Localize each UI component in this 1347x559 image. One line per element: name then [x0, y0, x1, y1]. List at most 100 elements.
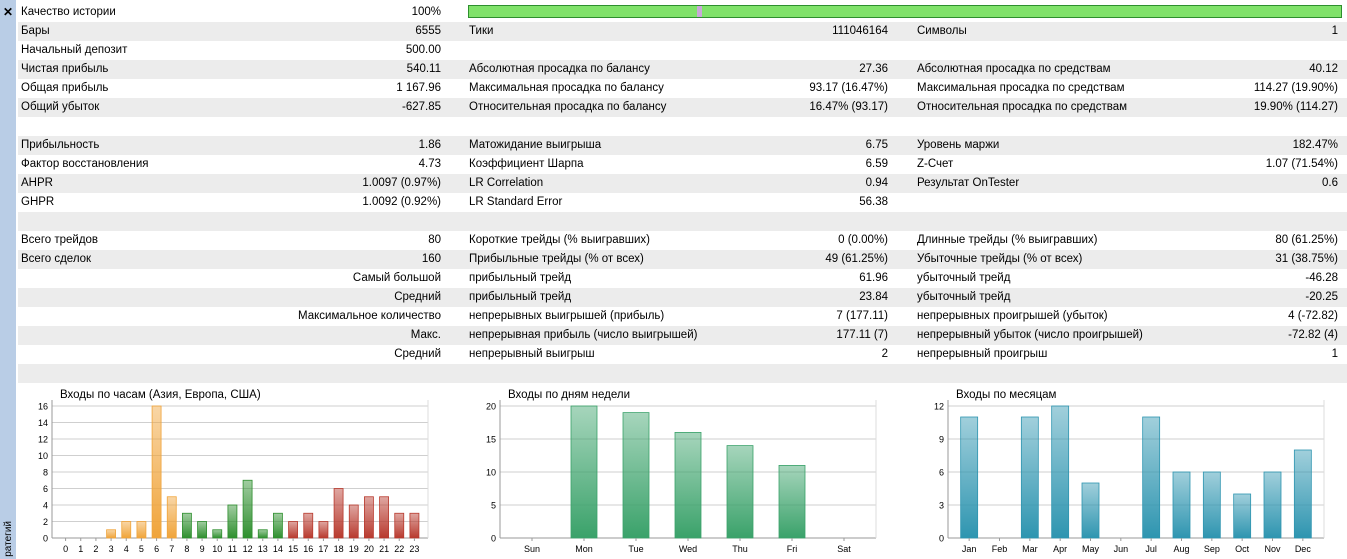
- report-value: [718, 41, 888, 60]
- chart-svg: 02468101214160 1 2 3 4 5 6 7 8 9 10 11 12 13 14 15 16 17 1…: [38, 400, 429, 554]
- bar: [166, 496, 177, 539]
- x-tick-label: Oct: [1235, 544, 1250, 554]
- x-tick-label: 10: [212, 544, 222, 554]
- x-tick-label: 23: [409, 544, 419, 554]
- report-label: LR Correlation: [469, 177, 544, 189]
- x-tick-label: Wed: [679, 544, 697, 554]
- report-row: Средний непрерывный выигрыш 2 непрерывный п…: [18, 345, 1347, 364]
- report-label: Прибыльные трейды (% от всех): [469, 253, 644, 265]
- y-tick-label: 2: [43, 517, 48, 527]
- bar: [242, 479, 253, 539]
- report-value: [1168, 364, 1338, 383]
- report-label: [21, 212, 261, 231]
- report-label: [21, 364, 261, 383]
- bar: [136, 521, 147, 539]
- bar: [273, 512, 283, 539]
- report-value: [1168, 193, 1338, 212]
- report-label: Z-Счет: [917, 158, 954, 170]
- report-value: 182.47%: [1292, 139, 1338, 151]
- x-tick-label: Feb: [992, 544, 1008, 554]
- x-tick-label: 11: [228, 544, 237, 554]
- chart-entries-by-weekday: 0 5 10 15 20 Sun Mon Tue Wed Thu Fri Sat Входы по д…: [466, 386, 886, 559]
- report-label: [917, 364, 1207, 383]
- close-icon[interactable]: ✕: [0, 4, 16, 20]
- report-label: GHPR: [21, 196, 55, 208]
- report-value: 40.12: [1309, 63, 1338, 75]
- y-tick-label: 6: [939, 468, 944, 478]
- bar: [674, 432, 702, 539]
- x-tick-label: Thu: [732, 544, 748, 554]
- bar: [106, 529, 116, 539]
- bar: [570, 405, 598, 539]
- report-label: Результат OnTester: [917, 177, 1020, 189]
- report-row: Всего трейдов 80 Короткие трейды (% выигра…: [18, 231, 1347, 250]
- report-value: 19.90% (114.27): [1253, 101, 1338, 113]
- report-value: -627.85: [401, 101, 441, 113]
- report-value: 1: [1331, 25, 1338, 37]
- report-value: Максимальное количество: [298, 310, 441, 322]
- report-value: 1.07 (71.54%): [1265, 158, 1338, 170]
- x-tick-label: 12: [243, 544, 253, 554]
- bar: [1081, 482, 1100, 539]
- x-tick-label: 16: [303, 544, 313, 554]
- quality-value: 100%: [411, 6, 441, 18]
- x-tick-label: Sat: [837, 544, 851, 554]
- report-label: Общий убыток: [21, 101, 100, 113]
- bar: [151, 405, 162, 539]
- report-value: 6.59: [865, 158, 888, 170]
- x-tick-label: 22: [394, 544, 404, 554]
- report-label: прибыльный трейд: [469, 272, 572, 284]
- y-tick-label: 16: [38, 402, 48, 412]
- x-tick-label: 13: [258, 544, 268, 554]
- report-label: убыточный трейд: [917, 291, 1011, 303]
- quality-label: Качество истории: [21, 6, 116, 18]
- chart-svg: 0 5 10 15 20 Sun Mon Tue Wed Thu Fri Sat: [486, 400, 877, 554]
- x-tick-label: 0: [63, 544, 68, 554]
- report-label: Символы: [917, 25, 967, 37]
- report-row: Начальный депозит 500.00: [18, 41, 1347, 60]
- report-label: Относительная просадка по балансу: [469, 101, 667, 113]
- chart-title: Входы по дням недели: [508, 389, 631, 401]
- report-value: 2: [881, 348, 888, 360]
- x-tick-label: 19: [349, 544, 359, 554]
- y-tick-label: 4: [43, 501, 48, 511]
- report-row: Прибыльность 1.86 Матожидание выигрыша 6.75…: [18, 136, 1347, 155]
- bar: [1263, 471, 1282, 539]
- chart-title: Входы по месяцам: [956, 389, 1057, 401]
- y-tick-label: 10: [486, 468, 496, 478]
- bar: [364, 496, 374, 539]
- x-tick-label: 6: [154, 544, 159, 554]
- report-label: [469, 117, 759, 136]
- x-tick-label: 21: [379, 544, 389, 554]
- report-label: [917, 41, 1207, 60]
- report-value: [1168, 41, 1338, 60]
- x-tick-label: Tue: [628, 544, 643, 554]
- x-tick-label: 4: [124, 544, 129, 554]
- report-label: Длинные трейды (% выигравших): [917, 234, 1098, 246]
- left-side-panel: ✕ ратегий: [0, 0, 16, 559]
- report-table: Качество истории 100% Бары 6555 Тики 111046…: [18, 3, 1347, 383]
- report-value: 56.38: [859, 196, 888, 208]
- report-value: -72.82 (4): [1288, 329, 1338, 341]
- y-tick-label: 5: [491, 501, 496, 511]
- report-value: 1.86: [418, 139, 441, 151]
- report-value: Средний: [394, 348, 441, 360]
- report-value: Средний: [394, 291, 441, 303]
- x-tick-label: 8: [184, 544, 189, 554]
- report-label: Уровень маржи: [917, 139, 1000, 151]
- x-tick-label: 1: [78, 544, 83, 554]
- report-value: 0.94: [865, 177, 888, 189]
- report-row: GHPR 1.0092 (0.92%) LR Standard Error 56.38: [18, 193, 1347, 212]
- report-value: [718, 117, 888, 136]
- report-value: [1168, 212, 1338, 231]
- report-value: Самый большой: [352, 272, 441, 284]
- report-label: Общая прибыль: [21, 82, 109, 94]
- report-label: убыточный трейд: [917, 272, 1011, 284]
- x-tick-label: 14: [273, 544, 283, 554]
- bar: [1202, 471, 1221, 539]
- report-label: [469, 364, 759, 383]
- report-value: 16.47% (93.17): [809, 101, 888, 113]
- x-tick-label: Jul: [1145, 544, 1157, 554]
- report-label: Прибыльность: [21, 139, 100, 151]
- x-tick-label: May: [1082, 544, 1100, 554]
